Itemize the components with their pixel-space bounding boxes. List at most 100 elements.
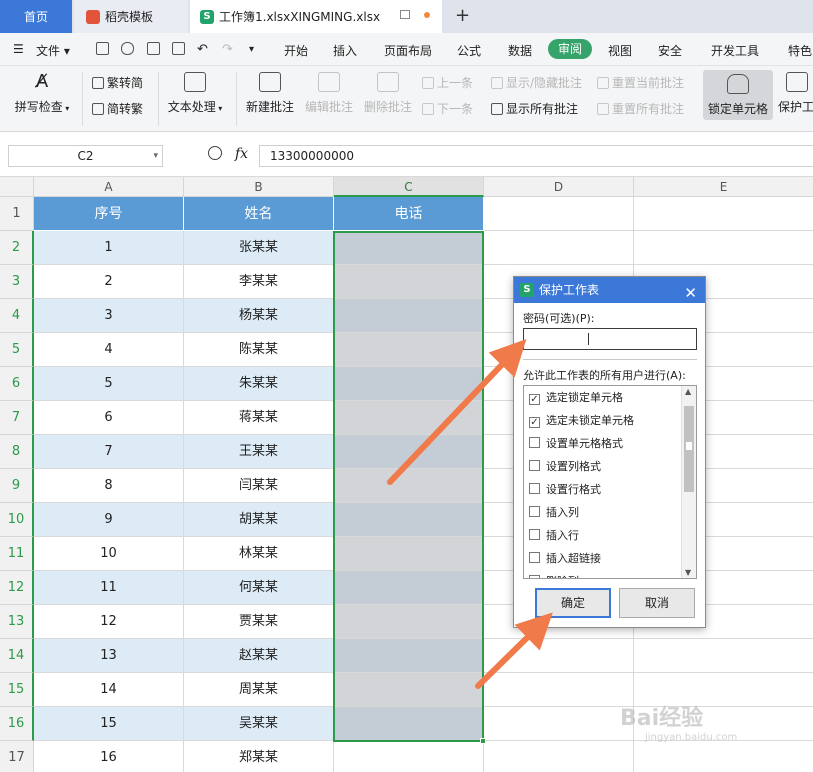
empty-cell[interactable] — [484, 673, 634, 707]
cell-name[interactable]: 胡某某 — [184, 503, 334, 537]
menu-review[interactable]: 审阅 — [548, 39, 592, 59]
cell-number[interactable]: 3 — [34, 299, 184, 333]
menu-file[interactable]: 文件 ▾ — [36, 42, 70, 59]
edit-comment-button[interactable]: 编辑批注 — [302, 72, 356, 115]
delete-comment-button[interactable]: 删除批注 — [361, 72, 415, 115]
row-header[interactable]: 17 — [0, 741, 34, 772]
close-icon[interactable]: ✕ — [684, 280, 697, 306]
protect-sheet-button[interactable]: 保护工 — [778, 72, 813, 115]
menu-page-layout[interactable]: 页面布局 — [384, 42, 432, 59]
cell-name[interactable]: 周某某 — [184, 673, 334, 707]
permission-option[interactable]: ✓ 选定未锁定单元格 — [529, 411, 634, 431]
cell-name[interactable]: 朱某某 — [184, 367, 334, 401]
cell-number[interactable]: 9 — [34, 503, 184, 537]
password-field[interactable] — [523, 328, 697, 350]
empty-cell[interactable] — [634, 197, 813, 231]
column-header-c[interactable]: C — [334, 177, 484, 197]
column-header-e[interactable]: E — [634, 177, 813, 197]
table-header-phone[interactable]: 电话 — [334, 197, 484, 231]
name-box[interactable]: C2 ▾ — [8, 145, 163, 167]
cell-name[interactable]: 林某某 — [184, 537, 334, 571]
scroll-down-icon[interactable]: ▼ — [685, 568, 691, 577]
cancel-button[interactable]: 取消 — [619, 588, 695, 618]
cell-name[interactable]: 王某某 — [184, 435, 334, 469]
cell-number[interactable]: 2 — [34, 265, 184, 299]
cell-name[interactable]: 蒋某某 — [184, 401, 334, 435]
permission-option[interactable]: 设置列格式 — [529, 457, 601, 477]
cell-name[interactable]: 郑某某 — [184, 741, 334, 772]
cell-number[interactable]: 1 — [34, 231, 184, 265]
permission-option[interactable]: ✓ 选定锁定单元格 — [529, 388, 623, 408]
cell-number[interactable]: 13 — [34, 639, 184, 673]
menu-data[interactable]: 数据 — [508, 42, 532, 59]
column-header-d[interactable]: D — [484, 177, 634, 197]
format-painter-icon[interactable] — [121, 42, 134, 55]
chevron-down-icon[interactable]: ▾ — [153, 146, 158, 166]
permission-option[interactable]: 插入行 — [529, 526, 579, 546]
zoom-search-icon[interactable] — [208, 146, 222, 160]
menu-insert[interactable]: 插入 — [333, 42, 357, 59]
empty-cell[interactable] — [634, 639, 813, 673]
menu-developer[interactable]: 开发工具 — [711, 42, 759, 59]
checkbox-icon[interactable] — [529, 460, 540, 471]
row-header[interactable]: 4 — [0, 299, 34, 333]
cell-name[interactable]: 贾某某 — [184, 605, 334, 639]
new-comment-button[interactable]: 新建批注 — [243, 72, 297, 115]
next-comment-button[interactable]: 下一条 — [422, 100, 473, 117]
row-header[interactable]: 15 — [0, 673, 34, 707]
undo-icon[interactable]: ↶ — [197, 42, 208, 57]
cell-name[interactable]: 李某某 — [184, 265, 334, 299]
checkbox-icon[interactable] — [529, 437, 540, 448]
cell-name[interactable]: 闫某某 — [184, 469, 334, 503]
row-header[interactable]: 16 — [0, 707, 34, 741]
cell-number[interactable]: 12 — [34, 605, 184, 639]
cell-number[interactable]: 11 — [34, 571, 184, 605]
print-icon[interactable] — [147, 42, 160, 55]
row-header[interactable]: 11 — [0, 537, 34, 571]
formula-input[interactable]: 13300000000 — [259, 145, 813, 167]
trad-to-simp-button[interactable]: 繁转简 — [92, 74, 143, 91]
checkbox-icon[interactable] — [529, 529, 540, 540]
menu-formula[interactable]: 公式 — [457, 42, 481, 59]
empty-cell[interactable] — [634, 231, 813, 265]
row-header[interactable]: 7 — [0, 401, 34, 435]
tab-document[interactable]: S 工作簿1.xlsxXINGMING.xlsx — [190, 0, 442, 33]
prev-comment-button[interactable]: 上一条 — [422, 74, 473, 91]
fill-handle[interactable] — [480, 738, 486, 744]
permission-option[interactable]: 插入超链接 — [529, 549, 601, 569]
cell-name[interactable]: 陈某某 — [184, 333, 334, 367]
cell-number[interactable]: 8 — [34, 469, 184, 503]
menu-features[interactable]: 特色 — [788, 42, 812, 59]
print-preview-icon[interactable] — [172, 42, 185, 55]
row-header[interactable]: 8 — [0, 435, 34, 469]
menu-security[interactable]: 安全 — [658, 42, 682, 59]
redo-icon[interactable]: ↷ — [222, 42, 233, 57]
row-header[interactable]: 6 — [0, 367, 34, 401]
window-icon[interactable] — [400, 10, 410, 19]
checkbox-icon[interactable] — [529, 483, 540, 494]
row-header[interactable]: 9 — [0, 469, 34, 503]
cell-name[interactable]: 赵某某 — [184, 639, 334, 673]
cell-number[interactable]: 4 — [34, 333, 184, 367]
cell-number[interactable]: 6 — [34, 401, 184, 435]
reset-all-comments-button[interactable]: 重置所有批注 — [597, 100, 684, 117]
select-all-corner[interactable] — [0, 177, 34, 197]
show-hide-comment-button[interactable]: 显示/隐藏批注 — [491, 74, 582, 91]
spell-check-button[interactable]: A̸ 拼写检查 ▾ — [12, 72, 72, 115]
simp-to-trad-button[interactable]: 简转繁 — [92, 100, 143, 117]
row-header[interactable]: 2 — [0, 231, 34, 265]
show-all-comments-button[interactable]: 显示所有批注 — [491, 100, 578, 117]
dialog-title-bar[interactable]: S 保护工作表 ✕ — [514, 277, 705, 303]
save-icon[interactable] — [96, 42, 109, 55]
empty-cell[interactable] — [634, 741, 813, 772]
list-scrollbar[interactable]: ▲ ▼ — [681, 386, 696, 578]
cell-number[interactable]: 10 — [34, 537, 184, 571]
empty-cell[interactable] — [484, 707, 634, 741]
new-tab-plus-icon[interactable]: + — [455, 5, 470, 26]
column-header-b[interactable]: B — [184, 177, 334, 197]
row-header[interactable]: 5 — [0, 333, 34, 367]
fx-icon[interactable]: fx — [235, 146, 248, 162]
checkbox-icon[interactable] — [529, 575, 540, 578]
permission-list[interactable]: ✓ 选定锁定单元格 ✓ 选定未锁定单元格 设置单元格格式 设置列格式 设置行格式 插入列 插入行… — [523, 385, 697, 579]
cell-phone[interactable] — [334, 741, 484, 772]
